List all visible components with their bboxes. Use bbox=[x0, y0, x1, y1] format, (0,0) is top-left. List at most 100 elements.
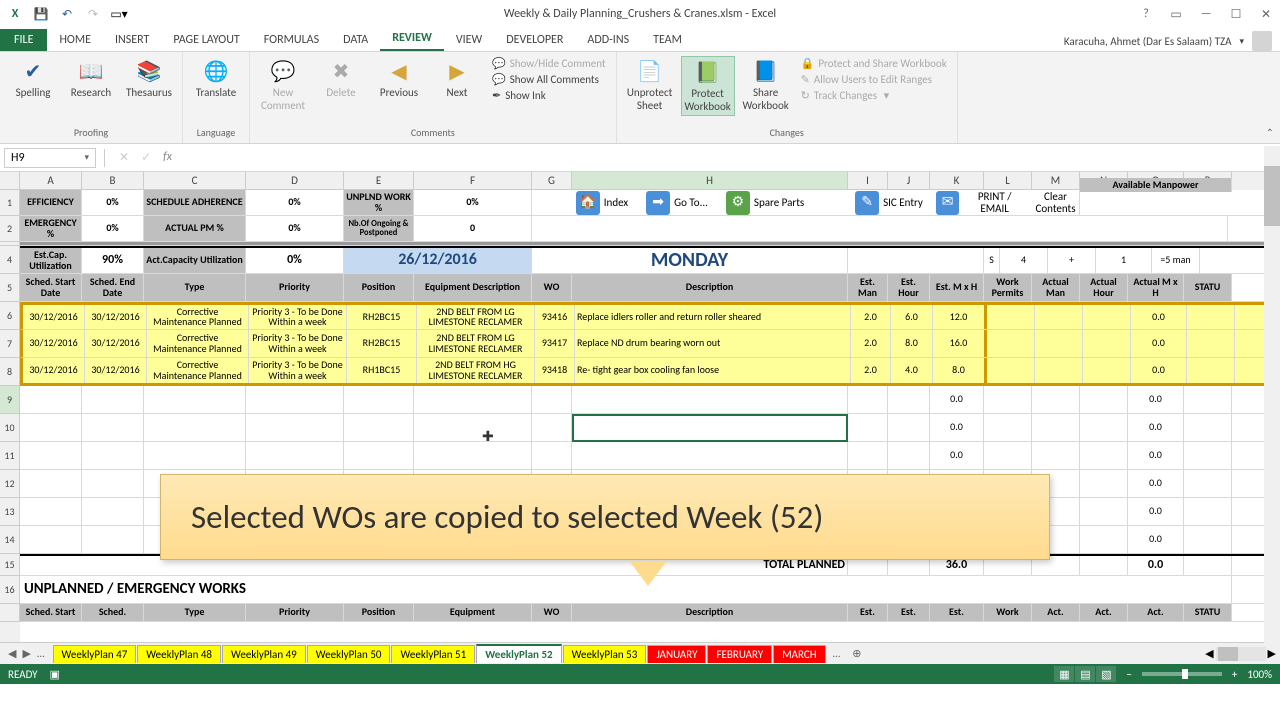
sheet-tab[interactable]: WeeklyPlan 47 bbox=[53, 645, 137, 663]
cell[interactable]: Re- tight gear box cooling fan loose bbox=[575, 358, 851, 383]
cell[interactable]: 0.0 bbox=[930, 414, 984, 441]
cell[interactable]: 2.0 bbox=[851, 330, 891, 357]
view-pagebreak-button[interactable]: ▧ bbox=[1096, 666, 1116, 682]
row-4[interactable]: 4 bbox=[0, 246, 20, 274]
cell[interactable]: 0% bbox=[414, 190, 532, 215]
cell[interactable] bbox=[144, 414, 246, 441]
cell[interactable] bbox=[1035, 358, 1083, 383]
cell[interactable] bbox=[984, 442, 1032, 469]
cell[interactable]: 2.0 bbox=[851, 358, 891, 383]
sheet-tab[interactable]: WeeklyPlan 53 bbox=[563, 645, 647, 663]
cell[interactable] bbox=[1083, 358, 1131, 383]
cell[interactable] bbox=[1184, 470, 1232, 497]
cell[interactable]: 2.0 bbox=[851, 305, 891, 329]
cell[interactable]: UNPLND WORK % bbox=[344, 190, 414, 215]
tab-formulas[interactable]: FORMULAS bbox=[252, 29, 331, 51]
cell[interactable]: Act.Capacity Utilization bbox=[144, 248, 246, 273]
index-button[interactable]: 🏠Index bbox=[572, 190, 632, 215]
cell[interactable]: 0.0 bbox=[1131, 330, 1187, 357]
cell[interactable]: Priority 3 - To be Done Within a week bbox=[249, 305, 347, 329]
cell[interactable] bbox=[1080, 526, 1128, 553]
previous-comment-button[interactable]: ◀Previous bbox=[372, 56, 426, 101]
cell[interactable] bbox=[987, 330, 1035, 357]
col-D[interactable]: D bbox=[246, 172, 344, 190]
row-10[interactable]: 10 bbox=[0, 414, 20, 442]
protect-share-button[interactable]: 🔒Protect and Share Workbook bbox=[797, 56, 951, 71]
cell[interactable] bbox=[1032, 386, 1080, 413]
cell[interactable] bbox=[987, 358, 1035, 383]
cell[interactable] bbox=[888, 414, 930, 441]
cell[interactable] bbox=[246, 442, 344, 469]
hscroll-left[interactable]: ◀ bbox=[1205, 647, 1213, 660]
cell[interactable] bbox=[1035, 330, 1083, 357]
cell[interactable]: 0 bbox=[414, 216, 532, 241]
cell[interactable] bbox=[20, 498, 82, 525]
view-normal-button[interactable]: ▦ bbox=[1054, 666, 1074, 682]
cell[interactable] bbox=[848, 442, 888, 469]
cell[interactable]: 0.0 bbox=[1128, 526, 1184, 553]
sheet-nav-more2[interactable]: … bbox=[827, 647, 847, 660]
row-5[interactable]: 5 bbox=[0, 274, 20, 302]
tab-team[interactable]: TEAM bbox=[641, 29, 694, 51]
save-icon[interactable]: 💾 bbox=[32, 5, 50, 23]
sheet-tab[interactable]: WeeklyPlan 51 bbox=[391, 645, 475, 663]
delete-comment-button[interactable]: ✖Delete bbox=[314, 56, 368, 101]
tab-view[interactable]: VIEW bbox=[444, 29, 494, 51]
showall-comments-button[interactable]: 💬Show All Comments bbox=[488, 72, 610, 87]
cell[interactable]: 0.0 bbox=[1128, 386, 1184, 413]
hscroll-track[interactable] bbox=[1216, 647, 1266, 661]
cell[interactable] bbox=[20, 442, 82, 469]
vertical-scrollbar[interactable] bbox=[1264, 146, 1280, 644]
grid[interactable]: A B C D E F G H I J K L M N O P 1 2 4 5 … bbox=[0, 172, 1280, 642]
tab-data[interactable]: DATA bbox=[331, 29, 380, 51]
cell[interactable] bbox=[82, 498, 144, 525]
row-8[interactable]: 8 bbox=[0, 358, 20, 386]
cell[interactable] bbox=[1083, 305, 1131, 329]
cell[interactable] bbox=[144, 386, 246, 413]
col-L[interactable]: L bbox=[984, 172, 1032, 190]
unprotect-sheet-button[interactable]: 📄Unprotect Sheet bbox=[623, 56, 677, 114]
cell[interactable] bbox=[344, 386, 414, 413]
cell[interactable] bbox=[1083, 330, 1131, 357]
cell[interactable]: 0% bbox=[246, 190, 344, 215]
col-B[interactable]: B bbox=[82, 172, 144, 190]
sheet-tab[interactable]: WeeklyPlan 50 bbox=[307, 645, 391, 663]
cell[interactable]: SCHEDULE ADHERENCE bbox=[144, 190, 246, 215]
cell[interactable]: 93416 bbox=[535, 305, 575, 329]
cell[interactable]: Nb.Of Ongoing & Postponed bbox=[344, 216, 414, 241]
cell[interactable]: RH2BC15 bbox=[347, 305, 417, 329]
new-sheet-button[interactable]: ⊕ bbox=[846, 647, 867, 660]
cell[interactable]: RH1BC15 bbox=[347, 358, 417, 383]
avatar[interactable] bbox=[1252, 31, 1272, 51]
row-1[interactable]: 1 bbox=[0, 190, 20, 216]
chevron-down-icon[interactable]: ▾ bbox=[84, 152, 89, 163]
zoom-in-button[interactable]: + bbox=[1232, 668, 1237, 681]
cell[interactable] bbox=[888, 442, 930, 469]
col-K[interactable]: K bbox=[930, 172, 984, 190]
cell[interactable]: Corrective Maintenance Planned bbox=[147, 305, 249, 329]
cell[interactable]: 8.0 bbox=[933, 358, 987, 383]
research-button[interactable]: 📖Research bbox=[64, 56, 118, 101]
col-I[interactable]: I bbox=[848, 172, 888, 190]
cell[interactable] bbox=[1184, 414, 1232, 441]
cell[interactable]: 30/12/2016 bbox=[23, 358, 85, 383]
sic-entry-button[interactable]: ✎SIC Entry bbox=[851, 190, 927, 215]
show-ink-button[interactable]: ✒Show Ink bbox=[488, 88, 610, 103]
cell[interactable]: 0.0 bbox=[930, 442, 984, 469]
sheet-tab[interactable]: JANUARY bbox=[647, 645, 706, 663]
col-J[interactable]: J bbox=[888, 172, 930, 190]
cell[interactable]: 93418 bbox=[535, 358, 575, 383]
sheet-nav-more[interactable]: … bbox=[35, 647, 47, 660]
minimize-icon[interactable]: — bbox=[1192, 4, 1220, 24]
cell[interactable]: RH2BC15 bbox=[347, 330, 417, 357]
close-icon[interactable]: ✕ bbox=[1252, 4, 1280, 24]
goto-button[interactable]: ➡Go To... bbox=[642, 190, 712, 215]
sheet-tab[interactable]: FEBRUARY bbox=[707, 645, 772, 663]
zoom-level[interactable]: 100% bbox=[1247, 668, 1272, 681]
cell[interactable]: 30/12/2016 bbox=[85, 358, 147, 383]
col-G[interactable]: G bbox=[532, 172, 572, 190]
allow-edit-button[interactable]: ✎Allow Users to Edit Ranges bbox=[797, 72, 951, 87]
sheet-tab[interactable]: MARCH bbox=[773, 645, 825, 663]
cell[interactable]: MONDAY bbox=[532, 248, 848, 273]
cell[interactable] bbox=[414, 414, 532, 441]
